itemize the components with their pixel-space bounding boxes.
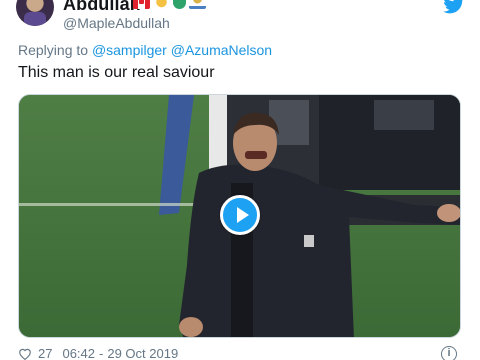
time-date-separator: - xyxy=(99,346,104,360)
tweet-date[interactable]: 29 Oct 2019 xyxy=(107,346,178,360)
tweet-time[interactable]: 06:42 xyxy=(62,346,95,360)
twitter-bird-icon[interactable] xyxy=(443,0,465,14)
play-button[interactable] xyxy=(220,195,260,235)
heart-icon[interactable] xyxy=(18,347,32,360)
author-display-name[interactable]: Abdullah xyxy=(63,0,141,15)
author-handle[interactable]: @MapleAbdullah xyxy=(63,15,170,31)
green-shield-icon xyxy=(173,0,186,9)
sparkle-star-icon xyxy=(153,0,170,9)
replying-to-line: Replying to @sampilger @AzumaNelson xyxy=(18,42,272,58)
avatar[interactable] xyxy=(16,0,54,26)
mention-link-azumanelson[interactable]: @AzumaNelson xyxy=(171,42,272,58)
author-badges xyxy=(133,0,206,9)
video-player[interactable] xyxy=(18,94,461,338)
tweet-header: Abdullah @MapleAbdullah xyxy=(0,0,480,34)
tweet-text: This man is our real saviour xyxy=(18,64,215,81)
like-count[interactable]: 27 xyxy=(38,346,52,360)
mention-link-sampilger[interactable]: @sampilger xyxy=(92,42,167,58)
info-icon[interactable]: i xyxy=(441,346,457,360)
replying-to-label: Replying to xyxy=(18,42,89,58)
canada-flag-icon xyxy=(133,0,150,9)
tweet-footer: 27 06:42 - 29 Oct 2019 xyxy=(18,346,178,360)
trophy-icon xyxy=(189,0,206,9)
